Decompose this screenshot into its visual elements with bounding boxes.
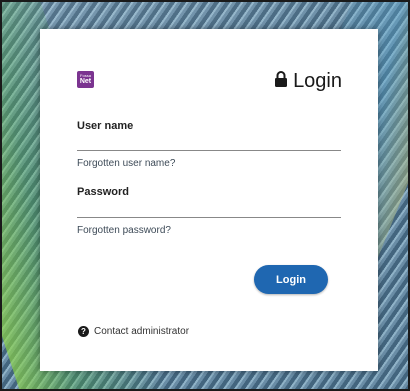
contact-administrator-label: Contact administrator bbox=[94, 326, 190, 337]
brand-logo: Fossa Net bbox=[77, 71, 94, 88]
forgot-username-link[interactable]: Forgotten user name? bbox=[77, 158, 175, 169]
help-icon: ? bbox=[78, 326, 89, 337]
password-field[interactable] bbox=[77, 200, 341, 218]
contact-administrator-link[interactable]: ? Contact administrator bbox=[78, 326, 189, 337]
forgot-password-link[interactable]: Forgotten password? bbox=[77, 225, 171, 236]
page-title: Login bbox=[293, 69, 342, 92]
lock-icon bbox=[274, 68, 293, 93]
login-button[interactable]: Login bbox=[254, 265, 328, 294]
username-field[interactable] bbox=[77, 133, 341, 151]
brand-logo-line2: Net bbox=[79, 78, 92, 85]
password-label: Password bbox=[77, 186, 129, 198]
login-header: Login bbox=[274, 68, 342, 93]
username-label: User name bbox=[77, 120, 134, 132]
login-card: Fossa Net Login User name Forgotten user… bbox=[40, 29, 378, 371]
